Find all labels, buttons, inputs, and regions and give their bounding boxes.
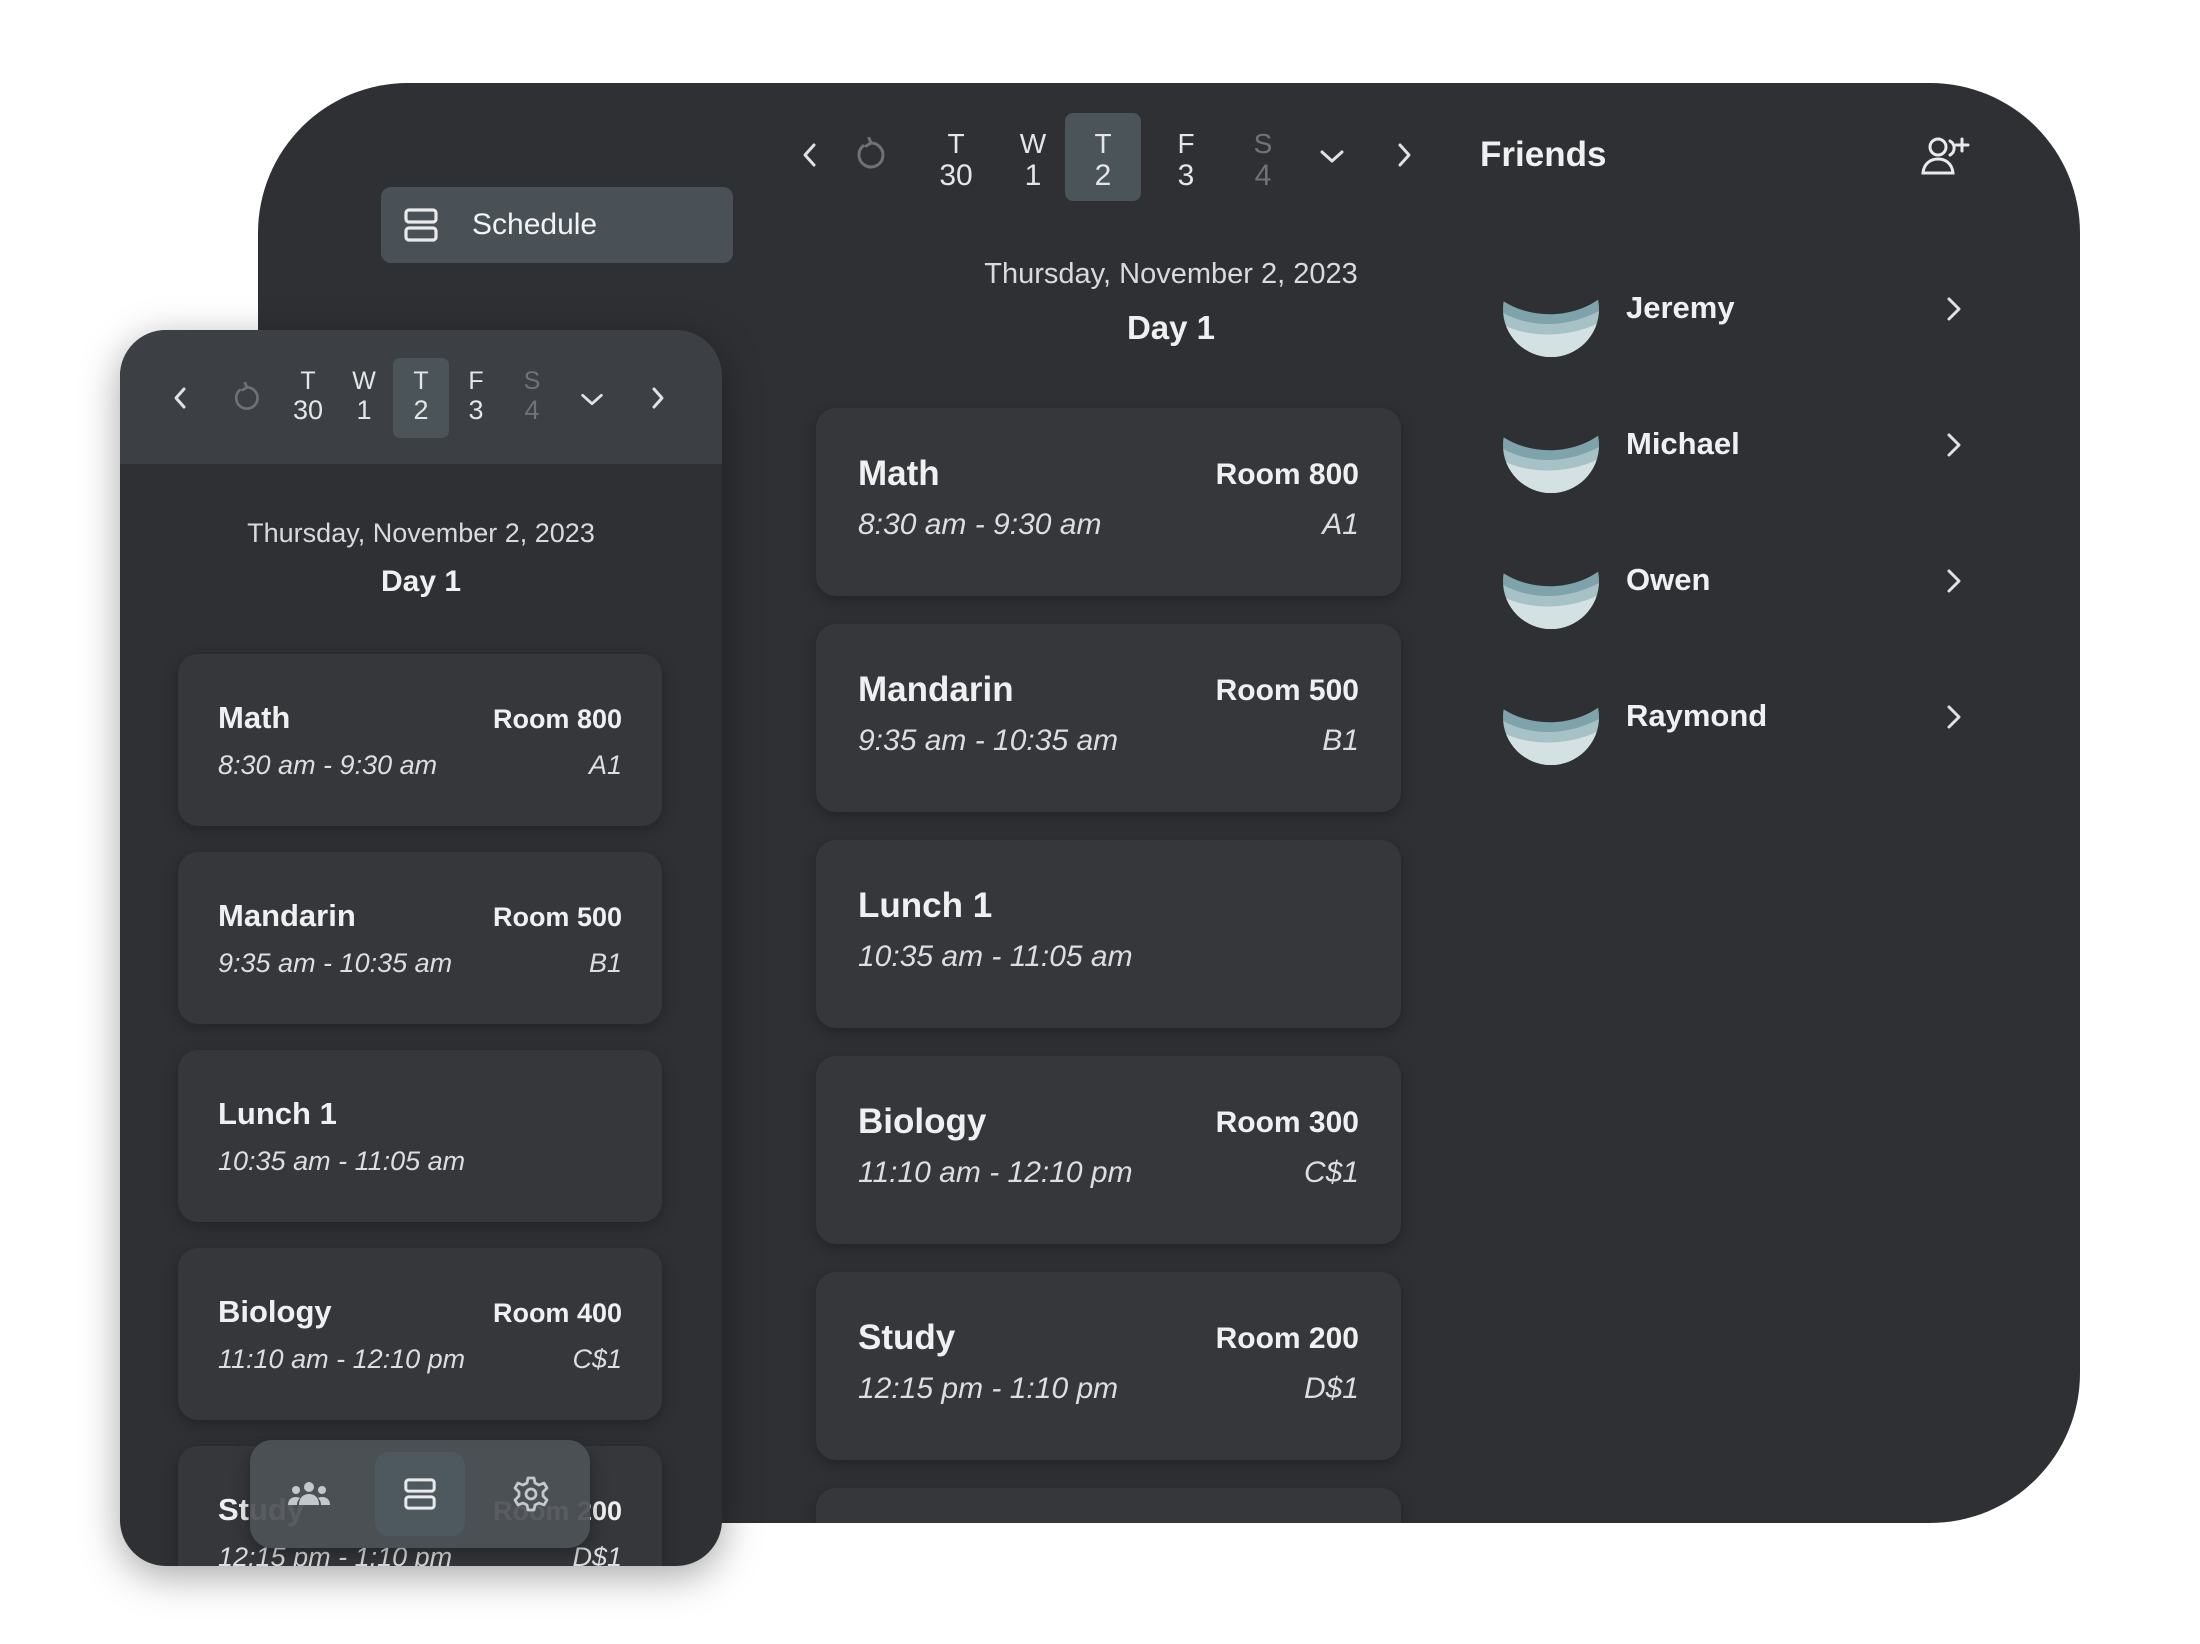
chevron-down-icon[interactable] <box>576 384 608 416</box>
day-tue-30[interactable]: T 30 <box>280 358 336 438</box>
next-week-button[interactable] <box>642 382 674 414</box>
day-wed-1[interactable]: W 1 <box>336 358 392 438</box>
sidebar-schedule-button[interactable]: Schedule <box>381 187 733 263</box>
friends-icon <box>287 1479 331 1509</box>
next-week-button[interactable] <box>1388 139 1420 171</box>
chevron-right-icon <box>1943 565 1965 597</box>
schedule-date: Thursday, November 2, 2023 <box>984 258 1358 290</box>
class-card-mandarin[interactable]: Mandarin Room 500 9:35 am - 10:35 am B1 <box>816 624 1401 812</box>
class-card-partial[interactable] <box>816 1488 1401 1523</box>
friend-row-michael[interactable]: Michael <box>1503 397 1973 493</box>
schedule-icon <box>403 207 439 243</box>
chevron-right-icon <box>1943 293 1965 325</box>
today-refresh-button[interactable] <box>228 380 264 416</box>
class-card-mandarin[interactable]: Mandarin Room 500 9:35 am - 10:35 am B1 <box>178 852 662 1024</box>
mobile-window: T 30 W 1 T 2 F 3 S 4 Thursday, November … <box>120 330 722 1566</box>
avatar <box>1503 533 1599 629</box>
friend-row-jeremy[interactable]: Jeremy <box>1503 261 1973 357</box>
mobile-day-nav: T 30 W 1 T 2 F 3 S 4 <box>120 330 722 464</box>
class-card-math[interactable]: Math Room 800 8:30 am - 9:30 am A1 <box>178 654 662 826</box>
class-card-lunch[interactable]: Lunch 1 10:35 am - 11:05 am <box>816 840 1401 1028</box>
class-card-lunch[interactable]: Lunch 1 10:35 am - 11:05 am <box>178 1050 662 1222</box>
chevron-down-icon[interactable] <box>1316 141 1348 173</box>
schedule-day-label: Day 1 <box>380 565 462 598</box>
tab-friends[interactable] <box>264 1452 354 1536</box>
day-sat-4[interactable]: S 4 <box>1218 113 1308 201</box>
class-card-math[interactable]: Math Room 800 8:30 am - 9:30 am A1 <box>816 408 1401 596</box>
friend-row-raymond[interactable]: Raymond <box>1503 669 1973 765</box>
tab-schedule[interactable] <box>375 1452 465 1536</box>
add-friend-icon[interactable] <box>1920 135 1970 179</box>
schedule-date: Thursday, November 2, 2023 <box>247 518 595 548</box>
day-thu-2[interactable]: T 2 <box>1065 113 1141 201</box>
prev-week-button[interactable] <box>794 139 826 171</box>
sidebar-schedule-label: Schedule <box>472 208 598 241</box>
avatar <box>1503 261 1599 357</box>
day-thu-2[interactable]: T 2 <box>393 358 449 438</box>
settings-icon <box>512 1475 550 1513</box>
friend-row-owen[interactable]: Owen <box>1503 533 1973 629</box>
class-card-study[interactable]: Study Room 200 12:15 pm - 1:10 pm D$1 <box>816 1272 1401 1460</box>
tab-bar <box>250 1440 590 1548</box>
avatar <box>1503 669 1599 765</box>
schedule-icon <box>403 1477 437 1511</box>
chevron-right-icon <box>1943 701 1965 733</box>
avatar <box>1503 397 1599 493</box>
day-fri-3[interactable]: F 3 <box>448 358 504 438</box>
tab-settings[interactable] <box>486 1452 576 1536</box>
prev-week-button[interactable] <box>164 382 196 414</box>
friends-title: Friends <box>1480 135 1607 174</box>
class-card-biology[interactable]: Biology Room 300 11:10 am - 12:10 pm C$1 <box>816 1056 1401 1244</box>
chevron-right-icon <box>1943 429 1965 461</box>
day-sat-4[interactable]: S 4 <box>504 358 560 438</box>
today-refresh-button[interactable] <box>850 135 890 175</box>
schedule-day-label: Day 1 <box>1126 309 1216 346</box>
class-card-biology[interactable]: Biology Room 400 11:10 am - 12:10 pm C$1 <box>178 1248 662 1420</box>
